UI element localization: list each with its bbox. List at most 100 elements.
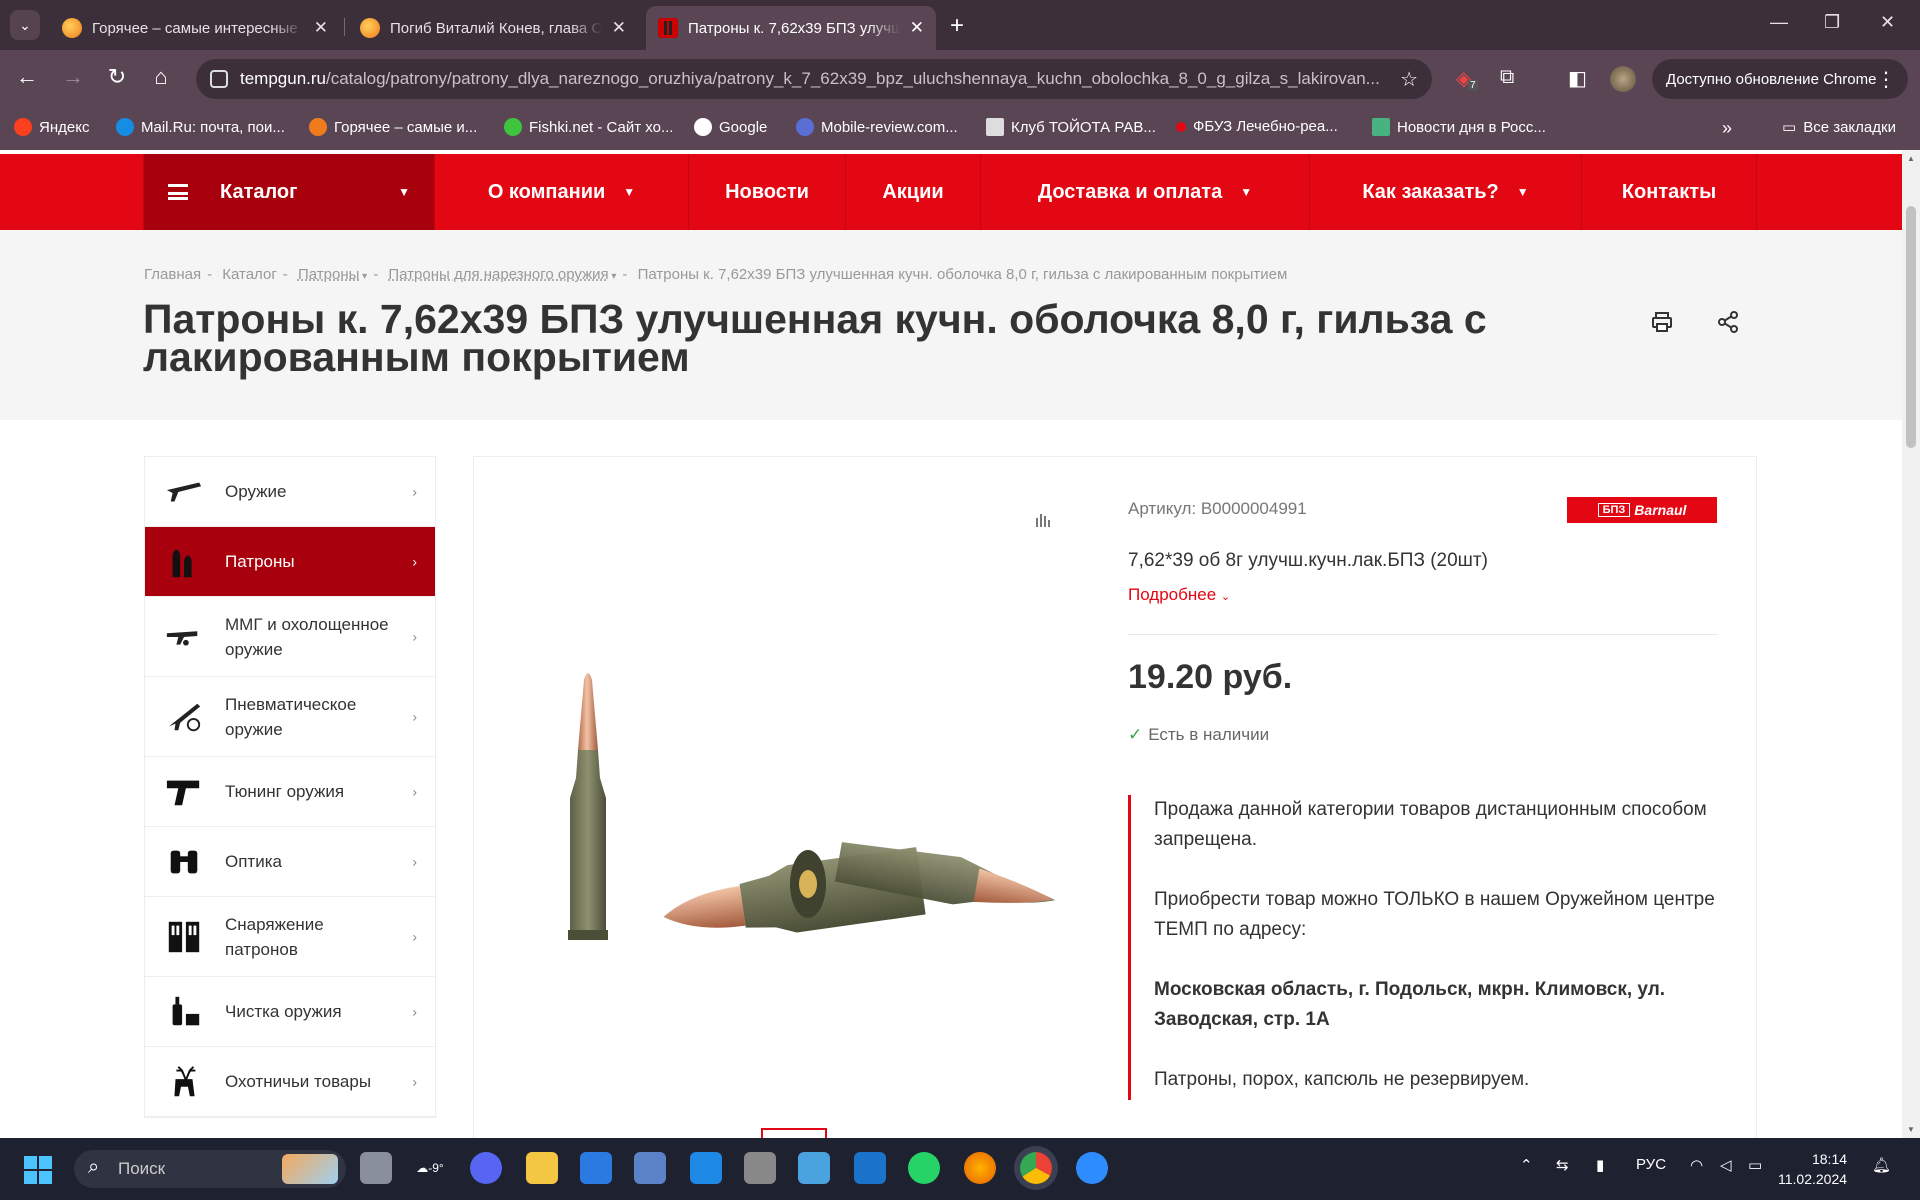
menu-dots-icon[interactable]: ⋮ [1876,67,1896,92]
taskbar-search[interactable]: ⌕ Поиск [74,1150,346,1188]
breadcrumb-rifled[interactable]: Патроны для нарезного оружия [388,266,608,283]
tab-konev[interactable]: Погиб Виталий Конев, глава С ✕ [348,6,638,50]
close-tab-icon[interactable]: ✕ [314,18,328,38]
whatsapp-icon[interactable] [908,1152,940,1184]
share-icon[interactable] [1716,310,1746,340]
bookmark-label: Новости дня в Росс... [1397,118,1546,136]
bookmark-fbuz[interactable]: ФБУЗ Лечебно-реа... [1176,118,1338,135]
sidebar-item-pneumatic[interactable]: Пневматическое оружие › [145,677,435,757]
page-scrollbar[interactable]: ▲ ▼ [1902,150,1920,1138]
nav-delivery[interactable]: Доставка и оплата ▼ [981,154,1310,230]
volume-icon[interactable]: ◁ [1720,1156,1732,1174]
close-tab-icon[interactable]: ✕ [612,18,626,38]
sidebar-item-cleaning[interactable]: Чистка оружия › [145,977,435,1047]
wifi-icon[interactable]: ◠ [1690,1156,1703,1174]
bookmark-mailru[interactable]: Mail.Ru: почта, пои... [116,118,285,136]
home-icon[interactable]: ⌂ [146,64,176,90]
sidebar-item-optics[interactable]: Оптика › [145,827,435,897]
discord-icon[interactable] [470,1152,502,1184]
media-player-icon[interactable] [798,1152,830,1184]
windows-start-icon[interactable] [24,1156,52,1184]
product-photo[interactable] [540,660,1060,960]
reload-icon[interactable]: ↻ [102,64,132,90]
all-bookmarks[interactable]: ▭ Все закладки [1782,118,1896,137]
zoom-icon[interactable] [1076,1152,1108,1184]
app-icon[interactable] [690,1152,722,1184]
compare-icon[interactable] [1033,510,1053,535]
clock[interactable]: 18:14 11.02.2024 [1778,1149,1847,1189]
profile-avatar[interactable] [1610,66,1636,92]
bookmark-goryachee[interactable]: Горячее – самые и... [309,118,477,136]
forward-icon[interactable]: → [58,64,88,90]
chevron-up-icon[interactable]: ⌃ [1520,1156,1533,1174]
ms-store-icon[interactable] [580,1152,612,1184]
sidebar-item-label: Патроны [225,552,295,571]
sidebar-item-mmg[interactable]: ММГ и охолощенное оружие › [145,597,435,677]
tab-search-button[interactable]: ⌄ [10,10,40,40]
file-explorer-icon[interactable] [526,1152,558,1184]
address-bar[interactable]: tempgun.ru/catalog/patrony/patrony_dlya_… [196,59,1432,99]
brand-logo[interactable]: БПЗ Barnaul [1567,497,1717,523]
close-tab-icon[interactable]: ✕ [910,18,924,38]
bookmark-toyota[interactable]: Клуб ТОЙОТА РАВ... [986,118,1156,136]
mobi-icon[interactable] [634,1152,666,1184]
clock-time: 18:14 [1811,1151,1848,1167]
site-info-icon[interactable] [210,70,228,88]
divider [1128,634,1718,635]
pikabu-icon [360,18,380,38]
bookmark-news[interactable]: Новости дня в Росс... [1372,118,1546,136]
tab-patrony[interactable]: Патроны к. 7,62х39 БПЗ улучш ✕ [646,6,936,50]
bookmark-mobile-review[interactable]: Mobile-review.com... [796,118,958,136]
language-indicator[interactable]: РУС [1636,1156,1666,1173]
breadcrumb-patrony[interactable]: Патроны [298,266,359,283]
breadcrumb-catalog[interactable]: Каталог [222,266,277,283]
task-view-icon[interactable] [360,1152,392,1184]
weather-widget[interactable]: ☁-9° [414,1152,446,1184]
sidebar-item-tuning[interactable]: Тюнинг оружия › [145,757,435,827]
more-link[interactable]: Подробнее ⌄ [1128,585,1230,605]
nav-label: Акции [882,180,944,203]
bookmark-yandex[interactable]: Яндекс [14,118,89,136]
breadcrumb-home[interactable]: Главная [144,266,201,283]
firefox-icon[interactable] [964,1152,996,1184]
more-bookmarks-icon[interactable]: » [1722,118,1732,139]
machinegun-icon [166,630,198,646]
print-icon[interactable] [1650,310,1680,340]
battery-icon[interactable]: ▭ [1748,1156,1762,1174]
scroll-thumb[interactable] [1906,206,1916,448]
chrome-update-button[interactable]: Доступно обновление Chrome ⋮ [1652,59,1908,99]
minimize-icon[interactable]: — [1770,12,1788,33]
nav-news[interactable]: Новости [689,154,846,230]
extensions-puzzle-icon[interactable]: ⧉ [1500,66,1514,89]
nav-catalog[interactable]: Каталог ▼ [143,154,435,230]
close-window-icon[interactable]: ✕ [1880,12,1895,33]
mail-icon[interactable] [854,1152,886,1184]
nav-about[interactable]: О компании ▼ [435,154,689,230]
new-tab-button[interactable]: + [950,12,964,40]
thumbnail-selected[interactable] [761,1128,827,1138]
ammo-icon [172,549,192,577]
tray-app-icon[interactable]: ▮ [1596,1156,1604,1174]
scroll-down-icon[interactable]: ▼ [1907,1125,1915,1134]
side-panel-icon[interactable]: ◧ [1568,66,1587,91]
chrome-icon[interactable] [1020,1152,1052,1184]
tray-settings-icon[interactable]: ⇆ [1556,1156,1569,1174]
nav-contacts[interactable]: Контакты [1582,154,1757,230]
restore-icon[interactable]: ❐ [1824,12,1840,33]
bookmark-fishki[interactable]: Fishki.net - Сайт хо... [504,118,673,136]
sidebar-item-weapons[interactable]: Оружие › [145,457,435,527]
extension-shield-icon[interactable]: ◈ 7 [1456,66,1478,91]
sidebar-item-reloading[interactable]: Снаряжение патронов › [145,897,435,977]
tab-goryachee[interactable]: Горячее – самые интересные п ✕ [50,6,340,50]
bookmark-google[interactable]: Google [694,118,767,136]
nav-promo[interactable]: Акции [846,154,981,230]
sidebar-item-ammo[interactable]: Патроны › [145,527,435,597]
scroll-up-icon[interactable]: ▲ [1907,154,1915,163]
back-icon[interactable]: ← [12,64,42,90]
calculator-icon[interactable] [744,1152,776,1184]
more-label: Подробнее [1128,585,1217,604]
sidebar-item-hunting[interactable]: Охотничьи товары › [145,1047,435,1117]
bookmark-star-icon[interactable]: ☆ [1400,67,1418,92]
nav-how-to-order[interactable]: Как заказать? ▼ [1310,154,1582,230]
notification-bell-icon[interactable]: 🔔︎ [1872,1156,1891,1174]
